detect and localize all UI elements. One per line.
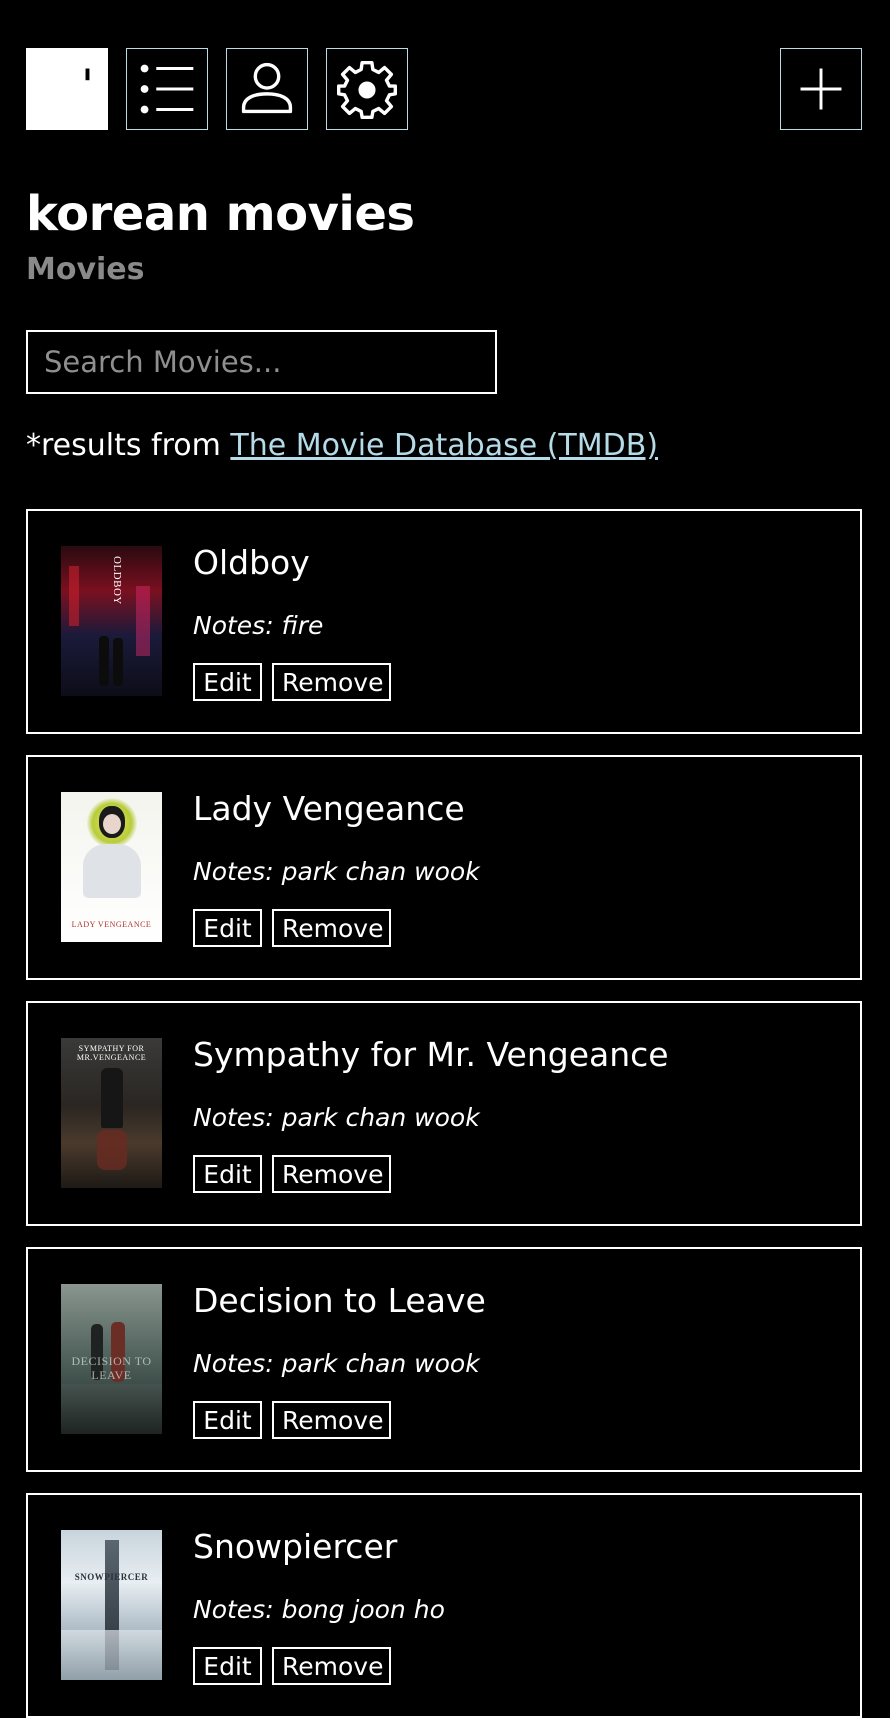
movie-title: Oldboy	[193, 543, 310, 582]
movie-poster: LADY VENGEANCE	[61, 792, 162, 942]
settings-button[interactable]	[326, 48, 408, 130]
movie-title: Snowpiercer	[193, 1527, 398, 1566]
movie-title: Sympathy for Mr. Vengeance	[193, 1035, 669, 1074]
remove-button[interactable]: Remove	[272, 1647, 391, 1685]
poster-text: DECISION TO LEAVE	[71, 1354, 152, 1382]
movie-poster: OLDBOY	[61, 546, 162, 696]
edit-button[interactable]: Edit	[193, 1401, 262, 1439]
search-input[interactable]	[26, 330, 497, 394]
toolbar	[26, 48, 862, 132]
movie-card: SNOWPIERCER Snowpiercer Notes: bong joon…	[26, 1493, 862, 1718]
profile-button[interactable]	[226, 48, 308, 130]
user-icon	[241, 62, 293, 114]
remove-button[interactable]: Remove	[272, 1401, 391, 1439]
movie-notes: Notes: park chan wook	[193, 1103, 480, 1132]
movie-title: Lady Vengeance	[193, 789, 465, 828]
edit-button[interactable]: Edit	[193, 909, 262, 947]
edit-button[interactable]: Edit	[193, 1647, 262, 1685]
list-button[interactable]	[126, 48, 208, 130]
movie-poster: SYMPATHY FOR MR.VENGEANCE	[61, 1038, 162, 1188]
edit-button[interactable]: Edit	[193, 1155, 262, 1193]
app-logo-icon-glyph	[85, 68, 90, 81]
movie-card: DECISION TO LEAVE Decision to Leave Note…	[26, 1247, 862, 1472]
movie-notes: Notes: park chan wook	[193, 857, 480, 886]
movie-title: Decision to Leave	[193, 1281, 486, 1320]
poster-text: SNOWPIERCER	[74, 1572, 149, 1582]
remove-button[interactable]: Remove	[272, 663, 391, 701]
attribution-prefix: *results from	[26, 428, 231, 463]
add-button[interactable]	[780, 48, 862, 130]
attribution: *results from The Movie Database (TMDB)	[26, 428, 658, 463]
movie-notes: Notes: fire	[193, 611, 324, 640]
poster-text: LADY VENGEANCE	[71, 920, 152, 929]
gear-icon	[337, 60, 397, 119]
movie-card: OLDBOY Oldboy Notes: fire Edit Remove	[26, 509, 862, 734]
movie-notes: Notes: park chan wook	[193, 1349, 480, 1378]
movie-poster: DECISION TO LEAVE	[61, 1284, 162, 1434]
app-logo-icon[interactable]	[26, 48, 108, 130]
edit-button[interactable]: Edit	[193, 663, 262, 701]
movie-poster: SNOWPIERCER	[61, 1530, 162, 1680]
page-title: korean movies	[26, 186, 415, 242]
list-icon	[140, 64, 194, 114]
movie-notes: Notes: bong joon ho	[193, 1595, 445, 1624]
plus-icon	[800, 68, 842, 110]
movie-card: LADY VENGEANCE Lady Vengeance Notes: par…	[26, 755, 862, 980]
tmdb-link[interactable]: The Movie Database (TMDB)	[230, 428, 658, 463]
remove-button[interactable]: Remove	[272, 909, 391, 947]
movie-card: SYMPATHY FOR MR.VENGEANCE Sympathy for M…	[26, 1001, 862, 1226]
page-subtitle: Movies	[26, 252, 145, 287]
poster-text: SYMPATHY FOR MR.VENGEANCE	[76, 1044, 147, 1062]
poster-text: OLDBOY	[111, 556, 123, 605]
remove-button[interactable]: Remove	[272, 1155, 391, 1193]
